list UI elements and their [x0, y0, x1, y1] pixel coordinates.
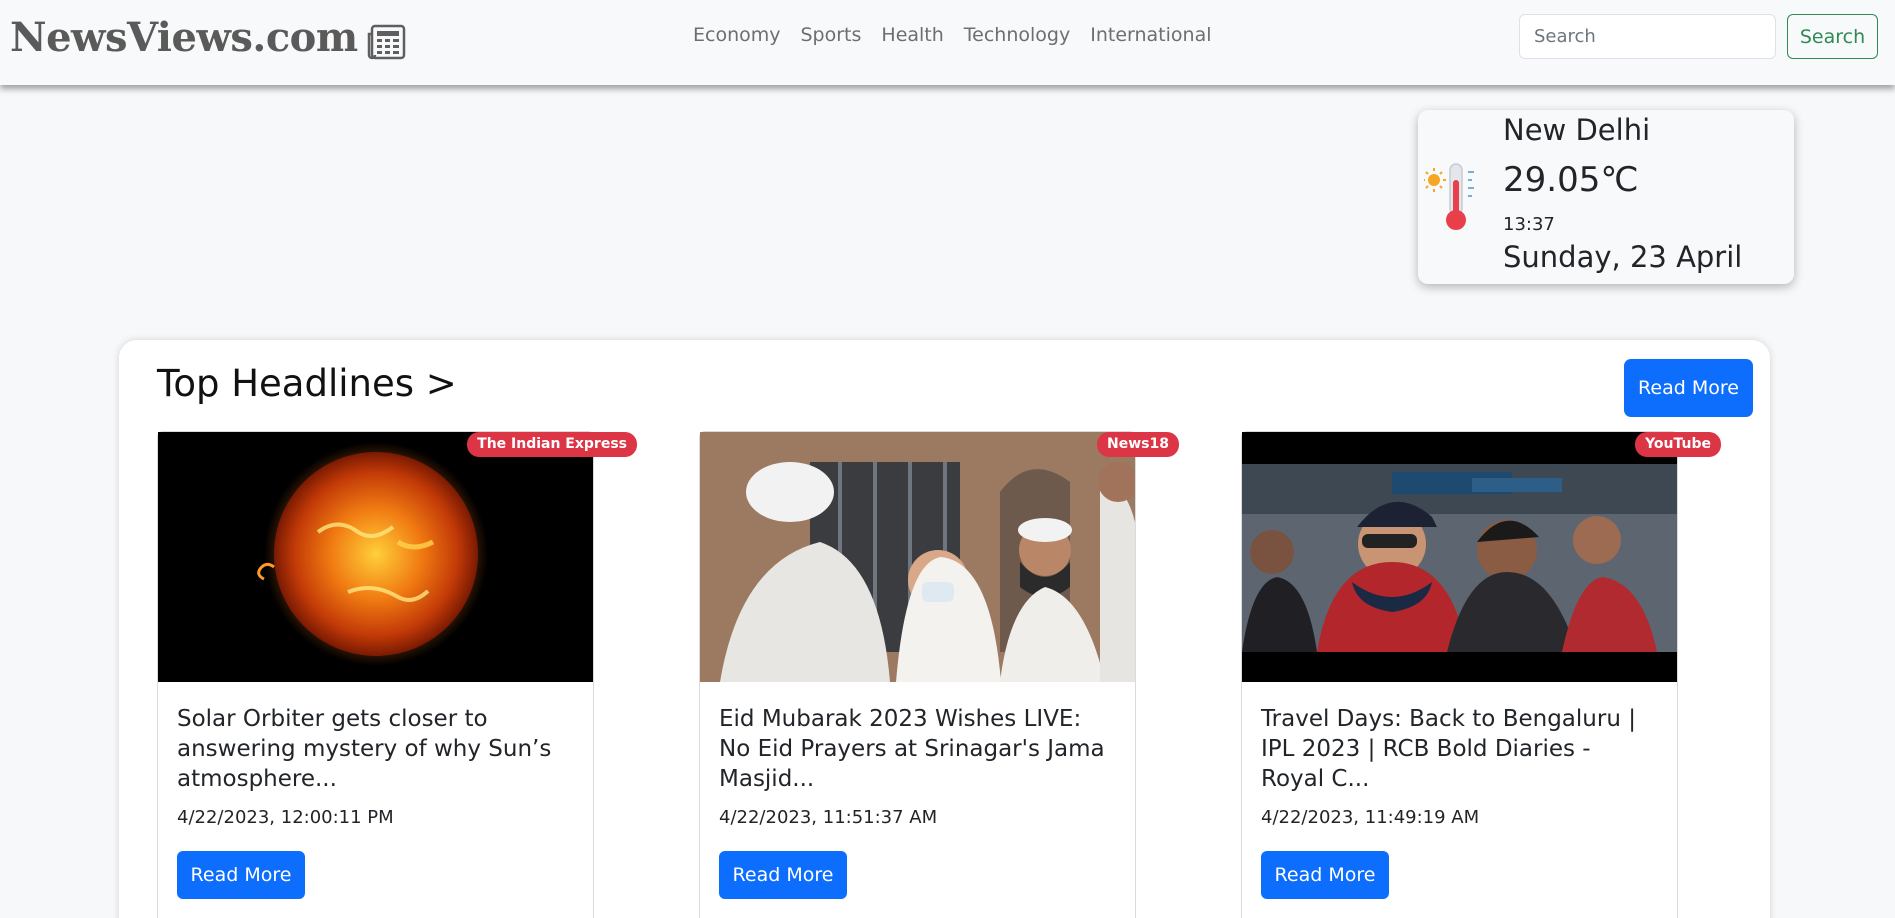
weather-date: Sunday, 23 April [1503, 240, 1743, 274]
section-title[interactable]: Top Headlines > [157, 362, 457, 405]
nav-links: Economy Sports Health Technology Interna… [693, 24, 1212, 46]
rcb-players-video-thumbnail[interactable] [1242, 432, 1677, 682]
top-headlines-panel: Top Headlines > Read More The Indian Exp… [119, 340, 1770, 918]
weather-city: New Delhi [1503, 113, 1651, 147]
nav-link-economy[interactable]: Economy [693, 24, 781, 46]
nav-link-health[interactable]: Health [881, 24, 943, 46]
news-card: The Indian Express Solar Orbiter gets cl… [157, 431, 637, 918]
headlines-read-more-button[interactable]: Read More [1624, 359, 1753, 417]
weather-time: 13:37 [1503, 214, 1555, 235]
eid-gathering-photo[interactable] [700, 432, 1135, 682]
sun-photo[interactable] [158, 432, 593, 682]
navbar: NewsViews.com Economy Sports Health Tech… [0, 0, 1895, 85]
card-date: 4/22/2023, 12:00:11 PM [177, 807, 394, 828]
search-button[interactable]: Search [1787, 14, 1878, 59]
card-read-more-button[interactable]: Read More [719, 851, 847, 899]
nav-link-technology[interactable]: Technology [964, 24, 1070, 46]
nav-link-international[interactable]: International [1090, 24, 1211, 46]
search-input[interactable] [1519, 14, 1776, 59]
nav-link-sports[interactable]: Sports [801, 24, 862, 46]
news-card: YouTube Travel Days: Back to Bengaluru |… [1241, 431, 1721, 918]
card-date: 4/22/2023, 11:49:19 AM [1261, 807, 1480, 828]
weather-temperature: 29.05℃ [1503, 160, 1639, 200]
card-title[interactable]: Solar Orbiter gets closer to answering m… [177, 704, 577, 794]
source-badge: YouTube [1635, 432, 1721, 457]
card-read-more-button[interactable]: Read More [177, 851, 305, 899]
news-card: News18 Eid Mubarak 2023 Wishes LIVE: No … [699, 431, 1179, 918]
source-badge: News18 [1097, 432, 1179, 457]
card-date: 4/22/2023, 11:51:37 AM [719, 807, 938, 828]
source-badge: The Indian Express [467, 432, 637, 457]
card-title[interactable]: Eid Mubarak 2023 Wishes LIVE: No Eid Pra… [719, 704, 1119, 794]
weather-card: New Delhi 29.05℃ 13:37 Sunday, 23 April [1418, 110, 1794, 284]
card-read-more-button[interactable]: Read More [1261, 851, 1389, 899]
brand-logo[interactable]: NewsViews.com [10, 12, 406, 62]
newspaper-icon [366, 24, 406, 64]
card-title[interactable]: Travel Days: Back to Bengaluru | IPL 202… [1261, 704, 1661, 794]
brand-name: NewsViews.com [10, 13, 358, 61]
thermometer-sun-icon [1422, 162, 1486, 236]
